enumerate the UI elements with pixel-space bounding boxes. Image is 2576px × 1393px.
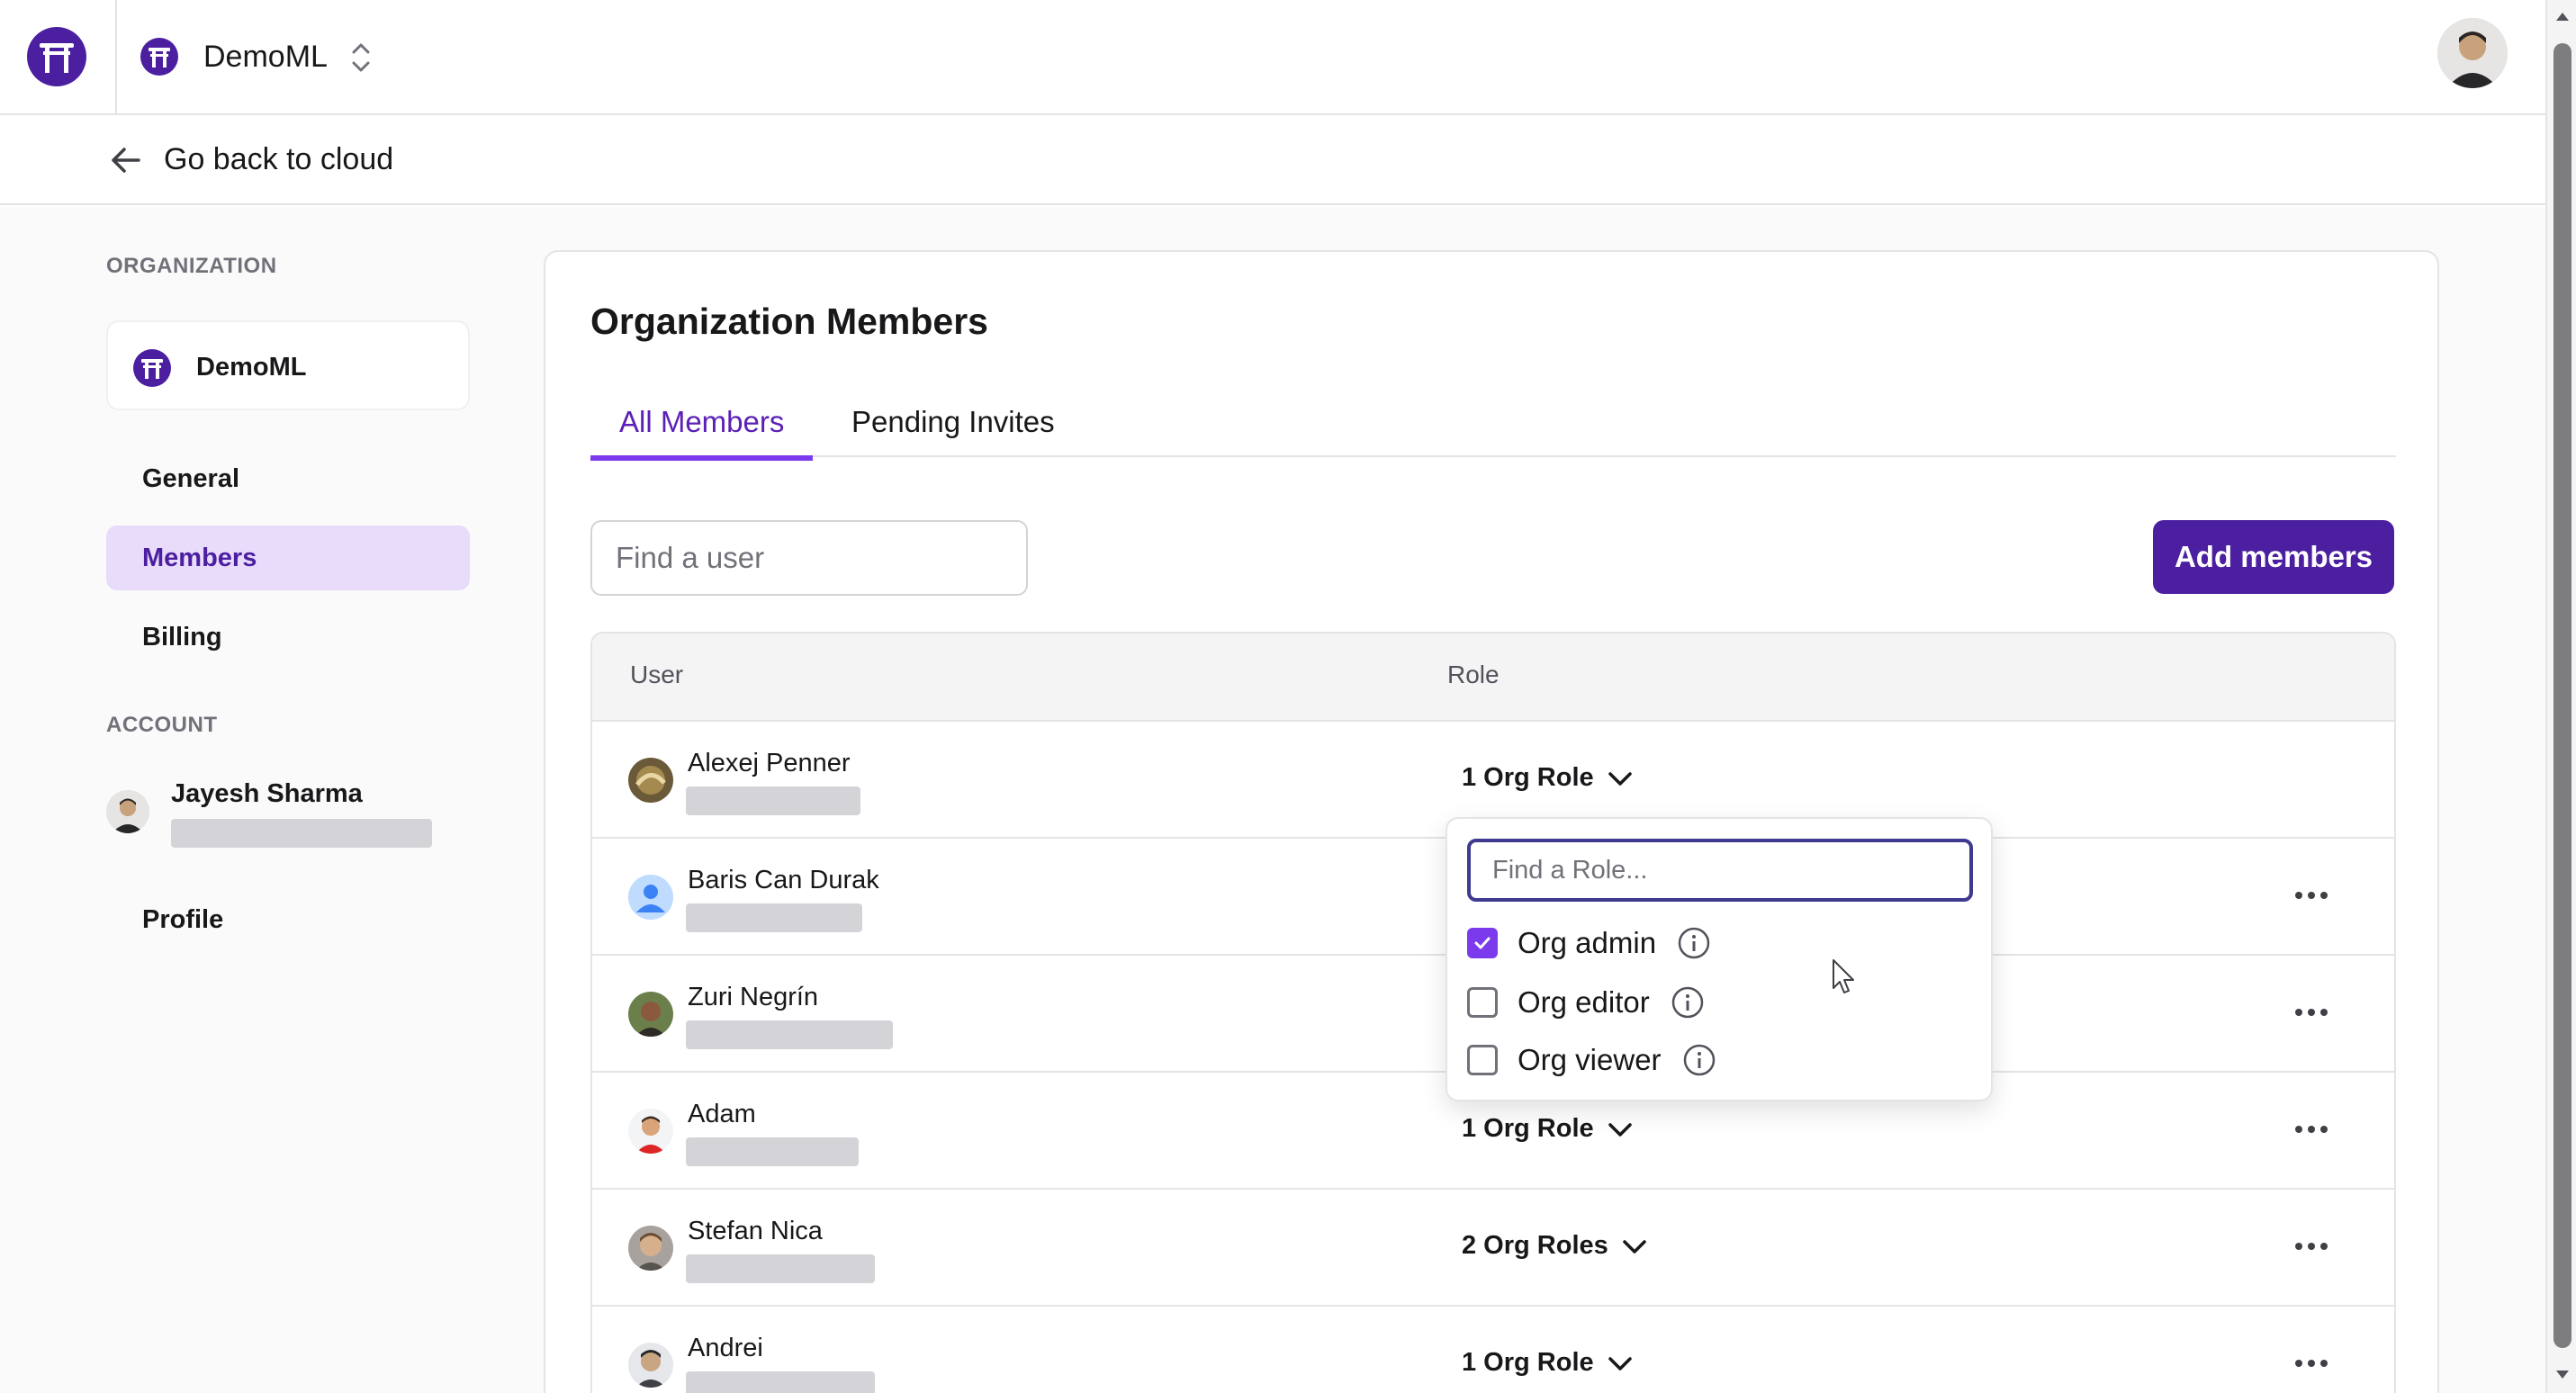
role-count-label: 1 Org Role [1462,1114,1594,1143]
tab-all-members[interactable]: All Members [590,405,814,461]
arrow-left-icon[interactable] [108,142,144,178]
member-name: Alexej Penner [688,749,851,777]
more-options-icon[interactable] [2292,1233,2331,1260]
search-user-input[interactable] [590,520,1028,596]
chevron-down-icon [1623,1239,1646,1254]
member-name: Adam [688,1100,756,1128]
table-header: User Role [592,634,2394,722]
scroll-down-arrow-icon[interactable] [2553,1364,2572,1384]
role-dropdown-menu: Org admin Org editor Org viewer [1446,817,1993,1101]
member-avatar [628,1226,673,1271]
role-option-label: Org viewer [1518,1043,1662,1076]
page-scrollbar[interactable] [2545,0,2576,1393]
role-dropdown-button[interactable]: 1 Org Role [1462,763,1634,793]
column-header-user: User [630,661,684,688]
role-count-label: 1 Org Role [1462,763,1594,792]
scroll-up-arrow-icon[interactable] [2553,7,2572,27]
mouse-cursor-icon [1833,959,1854,993]
member-email-redacted [686,1371,875,1393]
more-options-icon[interactable] [2292,882,2331,909]
checkbox-unchecked[interactable] [1467,1045,1498,1075]
check-icon [1474,937,1491,949]
role-count-label: 2 Org Roles [1462,1231,1608,1260]
org-logo-icon [133,349,171,387]
table-row: Andrei 1 Org Role [592,1307,2394,1393]
back-bar: Go back to cloud [0,115,2545,205]
member-name: Andrei [688,1334,763,1362]
info-icon[interactable] [1681,1042,1717,1078]
member-avatar [628,1343,673,1388]
member-tabs: All Members Pending Invites [590,405,2396,461]
role-dropdown-button[interactable]: 2 Org Roles [1462,1231,1648,1261]
member-name: Stefan Nica [688,1217,823,1245]
member-email-redacted [686,786,860,815]
scrollbar-thumb[interactable] [2553,43,2571,1348]
column-header-role: Role [1447,661,1500,688]
org-card[interactable]: DemoML [106,320,470,410]
more-options-icon[interactable] [2292,1350,2331,1377]
account-avatar [106,790,149,833]
role-option-org-viewer[interactable]: Org viewer [1467,1037,1717,1083]
page-body: ORGANIZATION DemoML General Members Bill… [0,207,2545,1393]
role-dropdown-button[interactable]: 1 Org Role [1462,1348,1634,1378]
chevron-up-down-icon[interactable] [347,40,374,76]
org-card-name: DemoML [196,353,307,382]
member-email-redacted [686,1254,875,1283]
member-email-redacted [686,1020,893,1049]
sidebar-section-organization: ORGANIZATION [106,254,277,278]
org-switcher-label[interactable]: DemoML [203,40,328,75]
sidebar-item-members[interactable]: Members [106,526,470,590]
app-logo-icon[interactable] [27,27,86,86]
role-option-label: Org editor [1518,985,1650,1019]
member-email-redacted [686,903,862,932]
table-row: Stefan Nica 2 Org Roles [592,1190,2394,1307]
role-option-label: Org admin [1518,926,1657,959]
info-icon[interactable] [1670,984,1706,1020]
account-name: Jayesh Sharma [171,779,363,808]
role-option-org-editor[interactable]: Org editor [1467,979,1706,1026]
user-avatar[interactable] [2437,18,2508,88]
top-bar: DemoML [0,0,2545,115]
sidebar-item-profile[interactable]: Profile [106,887,470,952]
org-logo-icon[interactable] [140,38,178,76]
member-name: Baris Can Durak [688,866,879,894]
checkbox-unchecked[interactable] [1467,987,1498,1018]
member-avatar [628,992,673,1037]
member-avatar [628,758,673,803]
page-title: Organization Members [590,301,988,342]
member-avatar [628,875,673,920]
tab-pending-invites[interactable]: Pending Invites [823,405,1084,457]
more-options-icon[interactable] [2292,999,2331,1026]
role-dropdown-button[interactable]: 1 Org Role [1462,1114,1634,1144]
chevron-down-icon [1608,1356,1632,1371]
member-email-redacted [686,1137,859,1166]
sidebar-item-general[interactable]: General [106,446,470,511]
more-options-icon[interactable] [2292,1116,2331,1143]
account-email-redacted [171,819,432,848]
member-avatar [628,1109,673,1154]
add-members-button[interactable]: Add members [2153,520,2394,594]
member-name: Zuri Negrín [688,983,819,1011]
back-to-cloud-link[interactable]: Go back to cloud [164,142,393,177]
sidebar-item-billing[interactable]: Billing [106,605,470,670]
sidebar-section-account: ACCOUNT [106,713,218,737]
role-option-org-admin[interactable]: Org admin [1467,920,1712,966]
top-bar-divider [115,0,117,115]
info-icon[interactable] [1676,925,1712,961]
chevron-down-icon [1608,1122,1632,1137]
chevron-down-icon [1608,771,1632,786]
checkbox-checked[interactable] [1467,928,1498,958]
role-count-label: 1 Org Role [1462,1348,1594,1377]
role-search-input[interactable] [1467,839,1973,902]
